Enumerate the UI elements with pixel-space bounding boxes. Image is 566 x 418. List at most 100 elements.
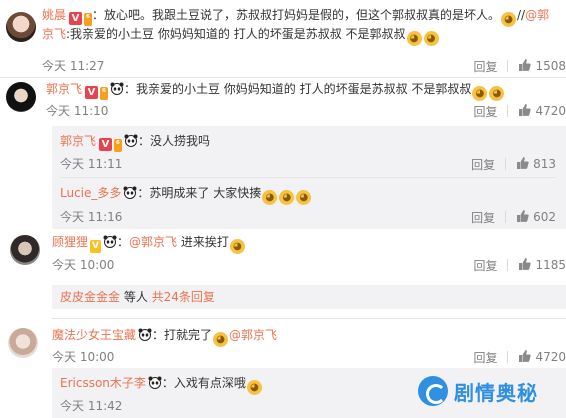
divider [52,318,566,319]
comment-item: 姚晨 V ⁶ ：放心吧。我跟土豆说了，苏叔叔打妈妈是假的，但这个郭叔叔真的是坏人。 ◕ /… [0,0,566,74]
comment-text: ：打就完了 [152,328,213,342]
divider [60,177,556,178]
divider [507,105,509,117]
comment-author[interactable]: 郭京飞 [46,82,82,96]
smiley-emoji-icon: ◕ [472,86,488,101]
reply-text: ：入戏有点深哦 [161,376,246,390]
reply-list: 郭京飞 V ⁶ ：没人捞我吗 今天 11:11 回复 813 Lucie_多多 ：苏明成… [52,126,566,229]
reply-actions: 回复 602 [471,208,556,226]
reply-author[interactable]: Ericsson木子李 [60,376,146,390]
reply-button[interactable]: 回复 [473,349,497,366]
divider [505,158,507,170]
smiley-emoji-icon: ◕ [406,31,422,46]
divider [505,211,507,223]
reply-button[interactable]: 回复 [473,58,497,75]
comment-time: 今天 10:00 [52,350,115,364]
thumb-up-icon [517,157,529,169]
divider [507,60,509,72]
vip-badge-icon: V [90,240,101,253]
thumb-up-icon [517,210,529,222]
smiley-emoji-icon: ◕ [262,190,278,205]
like-button[interactable]: 602 [516,210,556,224]
more-text: 等人 [120,290,152,304]
panda-icon [148,376,162,389]
comment-actions: 回复 1185 [473,256,566,274]
like-count: 602 [533,210,556,224]
mention-link-cont[interactable]: 京飞 [42,27,66,41]
smiley-emoji-icon: ◕ [279,190,295,205]
like-count: 1508 [535,59,566,73]
verified-badge-icon: V [99,138,113,151]
more-replies-line: 皮皮金金金 等人 共24条回复 [60,288,215,306]
comment-text-sep: // [516,8,526,22]
smiley-emoji-icon: ◕ [500,12,516,27]
thumb-up-icon [519,104,532,116]
comment-actions: 回复 1508 [473,57,566,75]
panda-icon [138,328,152,341]
reply-author[interactable]: 郭京飞 [60,134,96,148]
smiley-emoji-icon: ◕ [296,190,312,205]
verified-badge-icon: V [85,86,99,99]
reply-button[interactable]: 回复 [473,257,497,274]
reply-time: 今天 11:42 [60,399,123,413]
watermark-logo-icon [418,376,448,406]
like-button[interactable]: 4720 [518,350,566,364]
panda-icon [124,134,138,147]
comment-line-2: 京飞:我亲爱的小土豆 你妈妈知道的 打人的坏蛋是苏叔叔 不是郭叔叔 ◕ ◕ [42,25,440,46]
like-count: 813 [533,157,556,171]
smiley-emoji-icon: ◕ [246,380,262,395]
reply-button[interactable]: 回复 [473,103,497,120]
avatar[interactable] [6,82,36,112]
thumb-up-icon [519,59,532,71]
mention-link[interactable]: @郭京飞 [229,328,277,342]
divider [507,259,509,271]
thumb-up-icon [519,350,532,362]
watermark: 剧情奥秘 [418,364,566,418]
avatar[interactable] [8,328,38,358]
panda-icon [110,82,124,95]
smiley-emoji-icon: ◕ [489,86,505,101]
like-count: 4720 [535,104,566,118]
reply-actions: 回复 813 [471,155,556,173]
comment-line: 顾狸狸 V ：@郭京飞 进来挨打 ◕ [52,233,246,254]
mention-link[interactable]: @郭京飞 [129,235,177,249]
reply-time: 今天 11:11 [60,157,123,171]
like-button[interactable]: 813 [516,157,556,171]
reply-author[interactable]: Lucie_多多 [60,186,121,200]
smiley-emoji-icon: ◕ [423,31,439,46]
reply-button[interactable]: 回复 [471,209,495,226]
comment-item: 顾狸狸 V ：@郭京飞 进来挨打 ◕ 今天 10:00 回复 1185 [0,229,566,277]
panda-icon [103,235,117,248]
like-button[interactable]: 4720 [518,104,566,118]
avatar[interactable] [6,12,36,42]
reply-time: 今天 11:16 [60,210,123,224]
comment-item: 郭京飞 V ⁶ ：我亲爱的小土豆 你妈妈知道的 打人的坏蛋是苏叔叔 不是郭叔叔 ◕ ◕ 今… [0,78,566,124]
comment-time: 今天 11:27 [42,59,105,73]
comment-author[interactable]: 顾狸狸 [52,235,88,249]
reply-line: 郭京飞 V ⁶ ：没人捞我吗 [60,132,210,152]
comment-actions: 回复 4720 [473,102,566,120]
more-replies-bar[interactable]: 皮皮金金金 等人 共24条回复 [52,285,566,309]
comment-text-2: :我亲爱的小土豆 你妈妈知道的 打人的坏蛋是苏叔叔 不是郭叔叔 [66,27,406,41]
like-button[interactable]: 1185 [518,258,566,272]
mention-link[interactable]: @郭 [525,8,549,22]
comment-author[interactable]: 魔法少女王宝藏 [52,328,136,342]
avatar[interactable] [10,235,40,265]
comment-author[interactable]: 姚晨 [42,8,66,22]
comment-text: ：我亲爱的小土豆 你妈妈知道的 打人的坏蛋是苏叔叔 不是郭叔叔 [123,82,472,96]
like-button[interactable]: 1508 [518,59,566,73]
comment-item: 魔法少女王宝藏 ：打就完了 ◕ @郭京飞 今天 10:00 回复 4720 [0,322,566,366]
smiley-emoji-icon: ◕ [213,332,229,347]
comment-line: 魔法少女王宝藏 ：打就完了 ◕ @郭京飞 [52,326,277,347]
panda-icon [123,186,137,199]
comment-text-after: 进来挨打 [177,235,229,249]
reply-author[interactable]: 皮皮金金金 [60,290,120,304]
watermark-text: 剧情奥秘 [454,380,538,405]
reply-button[interactable]: 回复 [471,156,495,173]
comment-time: 今天 10:00 [52,258,115,272]
divider [507,351,509,363]
reply-text: ：没人捞我吗 [137,134,210,148]
more-replies-link[interactable]: 共24条回复 [152,290,215,304]
verified-badge-icon: V [69,12,83,25]
reply-text: ：苏明成来了 大家快揍 [137,186,262,200]
